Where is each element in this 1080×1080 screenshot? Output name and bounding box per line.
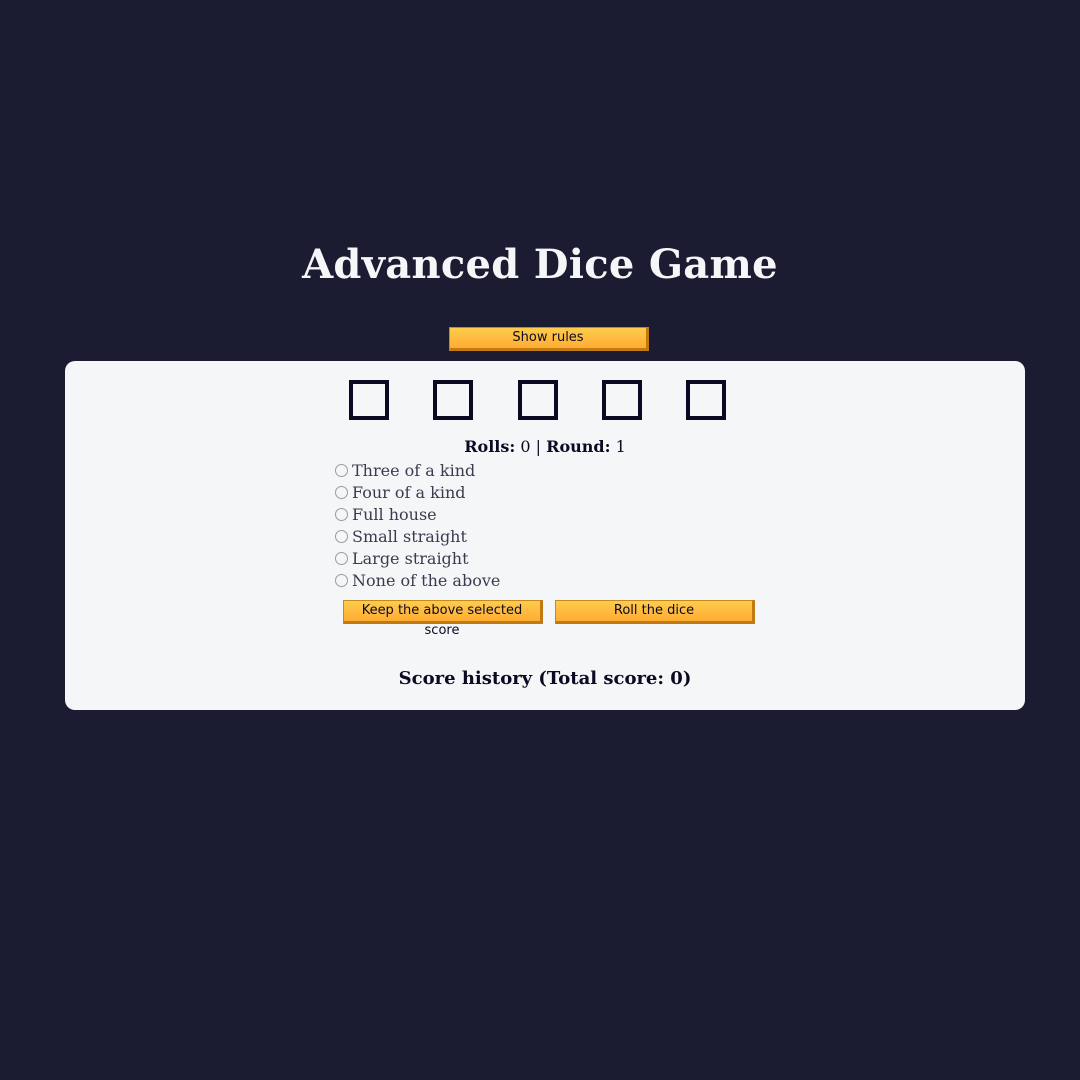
rolls-value: 0 [520,437,531,456]
die-5[interactable] [686,380,726,420]
rolls-label: Rolls: [464,437,516,456]
die-2[interactable] [433,380,473,420]
status-separator: | [535,437,542,456]
radio-button[interactable] [335,463,348,477]
roll-dice-button[interactable]: Roll the dice [555,600,755,624]
die-1[interactable] [349,380,389,420]
game-status: Rolls: 0 | Round: 1 [65,437,1025,457]
score-option-small-straight[interactable]: Small straight [335,525,500,547]
game-card: Rolls: 0 | Round: 1 Three of a kind Four… [65,361,1025,710]
score-option-label: Small straight [352,526,467,546]
die-3[interactable] [518,380,558,420]
score-option-label: Large straight [352,548,469,568]
score-option-large-straight[interactable]: Large straight [335,547,500,569]
radio-button[interactable] [335,485,348,499]
radio-button[interactable] [335,507,348,521]
radio-button[interactable] [335,551,348,565]
keep-score-button[interactable]: Keep the above selected score [343,600,543,638]
show-rules-button[interactable]: Show rules [449,327,649,351]
score-history-title: Score history (Total score: 0) [398,667,692,689]
score-option-none[interactable]: None of the above [335,569,500,591]
round-label: Round: [546,437,611,456]
score-option-label: None of the above [352,570,501,590]
score-option-four-of-a-kind[interactable]: Four of a kind [335,481,500,503]
radio-button[interactable] [335,573,348,587]
radio-button[interactable] [335,529,348,543]
score-option-label: Four of a kind [352,482,466,502]
score-options: Three of a kind Four of a kind Full hous… [335,459,500,591]
page-title: Advanced Dice Game [302,241,778,288]
score-option-three-of-a-kind[interactable]: Three of a kind [335,459,500,481]
score-option-label: Three of a kind [352,460,476,480]
round-value: 1 [615,437,626,456]
die-4[interactable] [602,380,642,420]
score-option-label: Full house [352,504,437,524]
score-option-full-house[interactable]: Full house [335,503,500,525]
